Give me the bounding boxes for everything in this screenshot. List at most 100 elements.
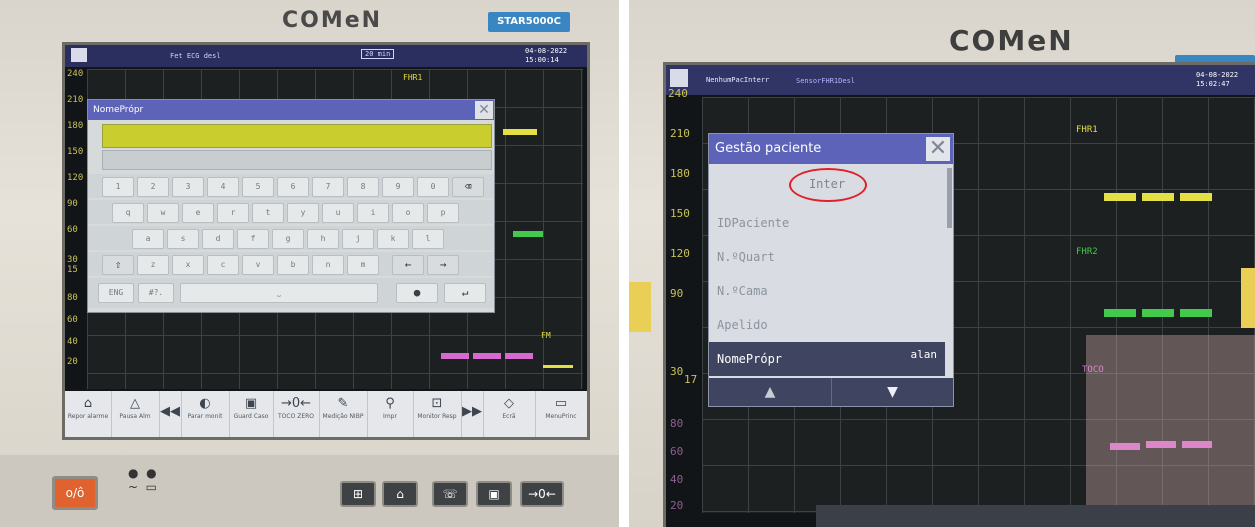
tape-left <box>629 282 651 332</box>
softkey-nibp[interactable]: ✎ Medição NIBP <box>319 391 368 437</box>
key[interactable]: s <box>167 229 199 249</box>
hw-freeze-button[interactable]: ⊞ <box>340 481 376 507</box>
key[interactable]: j <box>342 229 374 249</box>
key[interactable]: e <box>182 203 214 223</box>
scroll-left-button[interactable]: ◀◀ <box>159 391 182 437</box>
key[interactable]: 2 <box>137 177 169 197</box>
tape-right <box>1241 268 1255 328</box>
patient-type-icon <box>71 48 87 62</box>
field-patient-id[interactable]: IDPaciente <box>709 206 945 240</box>
key[interactable]: 4 <box>207 177 239 197</box>
fm-trace <box>543 365 573 368</box>
softkey-monitor-resp[interactable]: ⊡ Monitor Resp <box>413 391 462 437</box>
arrow-left-icon[interactable]: ← <box>392 255 424 275</box>
hw-save-button[interactable]: ▣ <box>476 481 512 507</box>
key[interactable]: k <box>377 229 409 249</box>
softkey-print[interactable]: ⚲ Impr <box>367 391 414 437</box>
key[interactable]: m <box>347 255 379 275</box>
hw-alarm-button[interactable]: ⌂ <box>382 481 418 507</box>
main-menu-icon: ▭ <box>554 396 568 411</box>
globe-icon[interactable]: ● <box>396 283 438 303</box>
time-window[interactable]: 20 min <box>361 49 395 59</box>
key[interactable]: r <box>217 203 249 223</box>
y-label: 40 <box>670 473 684 486</box>
key[interactable]: 7 <box>312 177 344 197</box>
scroll-right-button[interactable]: ▶▶ <box>461 391 484 437</box>
softkey-stop-monitor[interactable]: ◐ Parar monit <box>181 391 230 437</box>
text-input[interactable] <box>102 124 492 148</box>
model-badge: STAR5000C <box>488 12 570 32</box>
key[interactable]: g <box>272 229 304 249</box>
key[interactable]: 0 <box>417 177 449 197</box>
key[interactable]: h <box>307 229 339 249</box>
key[interactable]: d <box>202 229 234 249</box>
softkey-alarm-reset[interactable]: ⌂ Repor alarme <box>65 391 112 437</box>
key[interactable]: 5 <box>242 177 274 197</box>
key[interactable]: 3 <box>172 177 204 197</box>
softkey-save-case[interactable]: ▣ Guard Caso <box>229 391 274 437</box>
shift-icon[interactable]: ⇧ <box>102 255 134 275</box>
scrollbar[interactable] <box>947 168 952 228</box>
symbols-key[interactable]: #?. <box>138 283 174 303</box>
field-first-name[interactable]: NomePrópr alan <box>709 342 945 376</box>
key[interactable]: 8 <box>347 177 379 197</box>
key[interactable]: c <box>207 255 239 275</box>
key[interactable]: o <box>392 203 424 223</box>
close-icon[interactable]: ✕ <box>475 101 493 119</box>
key[interactable]: 9 <box>382 177 414 197</box>
key[interactable]: w <box>147 203 179 223</box>
key[interactable]: p <box>427 203 459 223</box>
fhr-trace <box>503 129 537 135</box>
fhr-trace <box>1180 193 1212 201</box>
page-up-icon[interactable]: ▲ <box>709 378 832 406</box>
key[interactable]: q <box>112 203 144 223</box>
sensor-status: Fet ECG desl <box>170 52 221 60</box>
field-surname[interactable]: Apelido <box>709 308 945 342</box>
monitor-screen: Fet ECG desl 20 min 04-08-2022 15:00:14 … <box>62 42 590 440</box>
patient-management-dialog: Gestão paciente ✕ Inter IDPaciente N.ºQu… <box>708 133 954 407</box>
hw-monitor-button[interactable]: ☏ <box>432 481 468 507</box>
key[interactable]: a <box>132 229 164 249</box>
fhr-trace <box>1142 193 1174 201</box>
softkey-toco-zero[interactable]: →0← TOCO ZERO <box>273 391 320 437</box>
close-icon[interactable]: ✕ <box>926 137 950 161</box>
language-key[interactable]: ENG <box>98 283 134 303</box>
save-icon: ▣ <box>244 396 258 411</box>
space-key[interactable]: ⎵ <box>180 283 378 303</box>
softkey-alarm-pause[interactable]: △ Pausa Alm <box>111 391 160 437</box>
date: 04-08-2022 <box>525 47 568 55</box>
key[interactable]: z <box>137 255 169 275</box>
key[interactable]: 1 <box>102 177 134 197</box>
sensor-status: SensorFHR1Desl <box>796 77 856 85</box>
brand-logo: COMeN <box>949 24 1074 57</box>
page-down-icon[interactable]: ▼ <box>832 378 953 406</box>
fhr2-trace <box>1142 309 1174 317</box>
key[interactable]: f <box>237 229 269 249</box>
key[interactable]: i <box>357 203 389 223</box>
right-monitor-photo: COMeN STAR5000C NenhumPacInterr SensorFH… <box>629 0 1255 527</box>
key[interactable]: v <box>242 255 274 275</box>
key[interactable]: u <box>322 203 354 223</box>
key[interactable]: l <box>412 229 444 249</box>
field-room-number[interactable]: N.ºQuart <box>709 240 945 274</box>
screen-glare <box>1086 335 1255 505</box>
key[interactable]: b <box>277 255 309 275</box>
enter-icon[interactable]: ↵ <box>444 283 486 303</box>
hw-zero-button[interactable]: →0← <box>520 481 564 507</box>
softkey-bar <box>816 505 1255 527</box>
softkey-screen[interactable]: ◇ Ecrã <box>483 391 536 437</box>
key[interactable]: x <box>172 255 204 275</box>
backspace-icon[interactable]: ⌫ <box>452 177 484 197</box>
arrow-right-icon[interactable]: → <box>427 255 459 275</box>
y-label: 20 <box>670 499 684 512</box>
first-name-value: alan <box>910 348 938 361</box>
key[interactable]: t <box>252 203 284 223</box>
softkey-main-menu[interactable]: ▭ MenuPrinc <box>535 391 587 437</box>
key[interactable]: n <box>312 255 344 275</box>
keyboard-row-home: a s d f g h j k l <box>88 226 494 250</box>
date: 04-08-2022 <box>1196 71 1239 79</box>
field-bed-number[interactable]: N.ºCama <box>709 274 945 308</box>
power-button[interactable]: o/ô <box>52 476 98 510</box>
key[interactable]: 6 <box>277 177 309 197</box>
key[interactable]: y <box>287 203 319 223</box>
